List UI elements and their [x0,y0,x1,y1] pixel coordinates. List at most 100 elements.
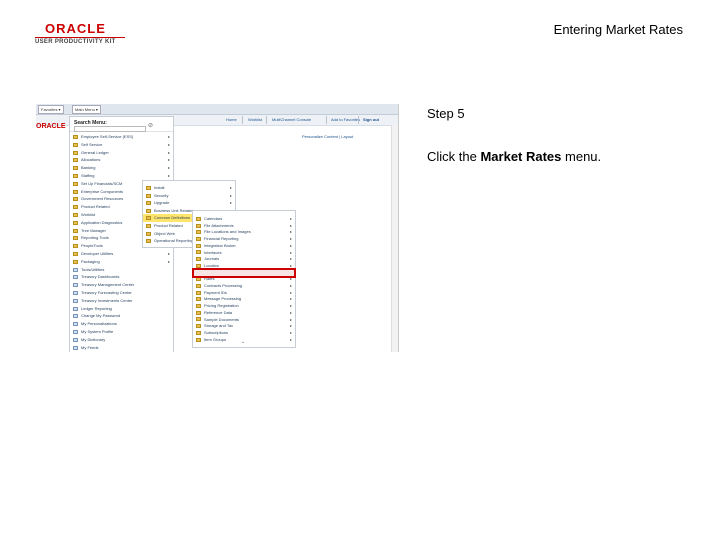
folder-icon [73,181,78,186]
menu-item-label: Tree Manager [81,227,106,233]
step-label: Step 5 [427,106,465,121]
menu-item-staffing[interactable]: Staffing ▸ [70,172,173,180]
menu-item-my-dictionary[interactable]: My Dictionary [70,336,173,344]
menu-item-label: Sample Documents [204,316,239,322]
page-icon [73,345,78,350]
folder-icon [73,205,78,210]
menu-item-label: Payment IDs [204,289,227,295]
folder-icon [73,142,78,147]
folder-icon [196,250,201,255]
menu-item-label: Allocations [81,157,101,163]
page-icon [73,275,78,280]
menu-item-my-system-profile[interactable]: My System Profile [70,328,173,336]
menu-item-label: Upgrade [154,200,170,206]
folder-icon [196,310,201,315]
menu-item-label: Financial Reporting [204,236,239,242]
menu-item-my-personalizations[interactable]: My Personalizations [70,320,173,328]
menu-item-label: Developer Utilities [81,251,114,256]
menu-item-label: General Ledger [81,149,109,155]
menu-item-label: Install [154,185,165,190]
browser-toolbar: Favorites ▾ Main Menu ▾ [36,104,398,115]
menu-item-label: Integration Broker [204,242,236,248]
folder-icon [196,223,201,228]
menu-item-label: File Attachments [204,222,234,228]
folder-icon [73,236,78,241]
menu-item-label: Reporting Tools [81,235,109,241]
folder-icon [73,134,78,139]
main-menu-button[interactable]: Main Menu ▾ [72,105,101,114]
folder-icon [73,158,78,163]
vertical-scrollbar[interactable] [391,125,398,352]
menu-item-label: Contracts Processing [204,283,243,288]
nav-add-favorites[interactable]: Add to Favorites [331,117,360,123]
nav-worklist[interactable]: Worklist [248,117,262,123]
menu-item-label: Journals [204,256,220,262]
nav-divider [326,116,327,124]
menu-item-my-feeds[interactable]: My Feeds [70,344,173,352]
menu-item-treasury-investments-center[interactable]: Treasury Investments Center [70,297,173,305]
menu-item-label: Government Resources [81,196,124,202]
folder-icon [196,257,201,262]
chevron-right-icon: ▸ [167,173,170,178]
personalize-link[interactable]: Personalize Content | Layout [302,134,353,139]
menu-item-banking[interactable]: Banking ▸ [70,164,173,172]
page-icon [73,337,78,342]
menu-item-general-ledger[interactable]: General Ledger ▸ [70,149,173,157]
folder-icon [73,212,78,217]
folder-icon [196,283,201,288]
nav-multichannel[interactable]: MultiChannel Console [272,117,311,123]
menu-item-label: Banking [81,165,96,171]
page-icon [73,298,78,303]
menu-item-label: Worklist [81,212,96,217]
scroll-down-icon[interactable]: ⌄ [241,339,245,345]
menu-item-label: Staffing [81,173,95,178]
menu-item-label: File Locations and Images [204,229,251,235]
menu-item-tools-utilities[interactable]: Tools/Utilities [70,266,173,274]
instruction-prefix: Click the [427,149,481,164]
menu-item-label: Treasury Forecasting Center [81,290,132,295]
menu-item-label: Message Processing [204,296,242,302]
nav-divider [242,116,243,124]
chevron-right-icon: ▸ [167,149,170,155]
menu-item-allocations[interactable]: Allocations ▸ [70,156,173,164]
page-icon [73,267,78,272]
menu-item-ledger-reporting[interactable]: Ledger Reporting [70,305,173,313]
menu-item-self-service[interactable]: Self Service ▸ [70,141,173,149]
menu-item-employee-self-service-ess[interactable]: Employee Self-Service (ESS) ▸ [70,133,173,141]
favorites-menu-button[interactable]: Favorites ▾ [38,105,64,114]
menu-item-label: Item Groups [204,336,227,342]
menu-item-treasury-forecasting-center[interactable]: Treasury Forecasting Center [70,289,173,297]
search-icon[interactable]: ⊘ [148,122,153,129]
folder-icon [196,304,201,309]
menu-item-label: Enterprise Components [81,188,124,194]
menu-item-treasury-dashboards[interactable]: Treasury Dashboards [70,273,173,281]
menu-item-developer-utilities[interactable]: Developer Utilities ▸ [70,250,173,258]
menu-item-label: Tools/Utilities [81,266,105,272]
menu-search-bar: Search Menu: ⊘ [70,117,173,132]
oracle-upk-logo: ORACLE USER PRODUCTIVITY KIT [35,22,125,46]
chevron-right-icon: ▸ [167,251,170,256]
page-icon [73,329,78,334]
menu-item-label: Security [154,192,169,198]
menu-item-label: Reference Data [204,309,233,315]
folder-icon [73,166,78,171]
logo-wordmark: ORACLE [45,21,106,36]
menu-item-label: Product Related [81,204,110,210]
search-menu-input[interactable] [74,126,146,132]
folder-icon [196,216,201,221]
nav-home[interactable]: Home [226,117,237,123]
menu-item-label: Business Unit Related [154,207,194,213]
menu-item-packaging[interactable]: Packaging ▸ [70,258,173,266]
menu-item-treasury-management-center[interactable]: Treasury Management Center [70,281,173,289]
nav-sign-out[interactable]: Sign out [363,117,379,123]
page-icon [73,322,78,327]
folder-icon [146,208,151,213]
folder-icon [73,150,78,155]
chevron-right-icon: ▸ [167,157,170,163]
page-title: Entering Market Rates [553,22,683,37]
menu-item-label: My Personalizations [81,321,117,327]
menu-item-label: Calendars [204,216,223,221]
menu-item-change-my-password[interactable]: Change My Password [70,312,173,320]
chevron-right-icon: ▸ [167,258,170,264]
folder-icon [146,231,151,236]
